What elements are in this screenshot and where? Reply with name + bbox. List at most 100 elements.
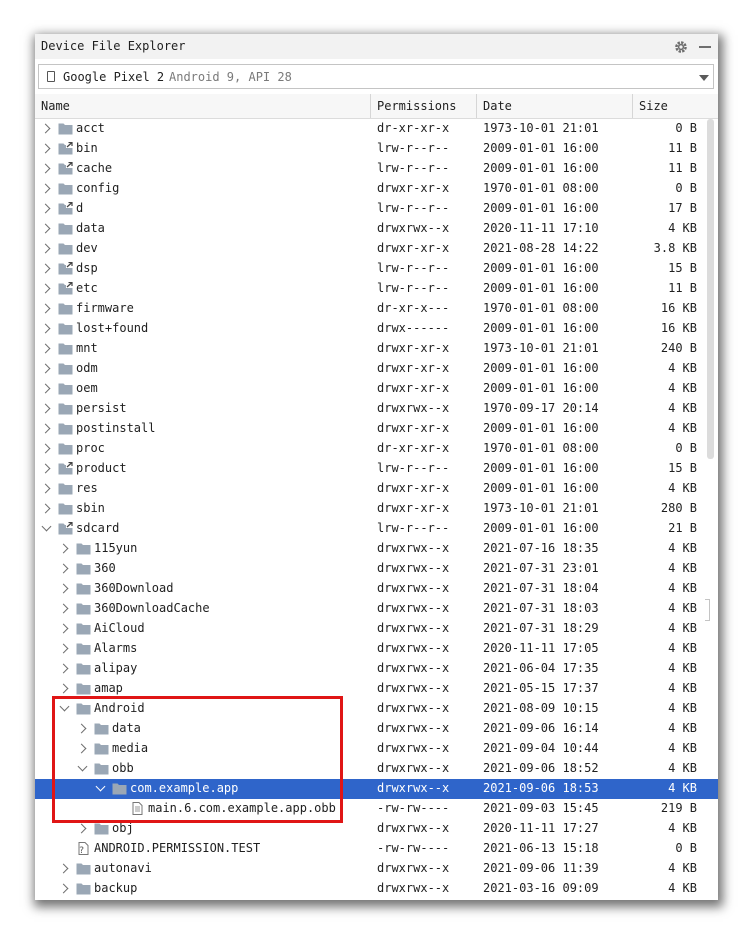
file-date: 2021-03-16 09:09: [483, 881, 599, 895]
folder-icon: [58, 443, 73, 455]
file-permissions: drwxrwx--x: [377, 541, 450, 555]
device-name: Google Pixel 2: [63, 70, 165, 84]
chevron-right-icon[interactable]: [58, 663, 69, 674]
tree-row[interactable]: acct dr-xr-xr-x 1973-10-01 21:01 0 B: [35, 119, 718, 139]
column-header-date[interactable]: Date: [483, 99, 512, 113]
file-name: cache: [76, 161, 113, 175]
file-permissions: drwxr-xr-x: [377, 181, 450, 195]
chevron-right-icon[interactable]: [40, 383, 51, 394]
chevron-right-icon[interactable]: [58, 583, 69, 594]
tree-row[interactable]: odm drwxr-xr-x 2009-01-01 16:00 4 KB: [35, 359, 718, 379]
tree-row[interactable]: d lrw-r--r-- 2009-01-01 16:00 17 B: [35, 199, 718, 219]
chevron-right-icon[interactable]: [40, 403, 51, 414]
highlight-box: [52, 696, 343, 823]
tree-row[interactable]: data drwxrwx--x 2020-11-11 17:10 4 KB: [35, 219, 718, 239]
column-header-permissions[interactable]: Permissions: [377, 99, 456, 113]
tree-row[interactable]: sdcard lrw-r--r-- 2009-01-01 16:00 21 B: [35, 519, 718, 539]
file-size: 4 KB: [668, 781, 697, 795]
chevron-right-icon[interactable]: [40, 243, 51, 254]
chevron-right-icon[interactable]: [40, 143, 51, 154]
tree-row[interactable]: res drwxr-xr-x 2009-01-01 16:00 4 KB: [35, 479, 718, 499]
tree-row[interactable]: 360DownloadCache drwxrwx--x 2021-07-31 18:…: [35, 599, 718, 619]
column-divider[interactable]: [476, 94, 477, 118]
chevron-right-icon[interactable]: [40, 263, 51, 274]
chevron-right-icon[interactable]: [40, 303, 51, 314]
chevron-down-icon[interactable]: [41, 521, 52, 532]
tree-row[interactable]: 360Download drwxrwx--x 2021-07-31 18:04 4 K…: [35, 579, 718, 599]
tree-row[interactable]: Alarms drwxrwx--x 2020-11-11 17:05 4 KB: [35, 639, 718, 659]
file-size: 4 KB: [668, 361, 697, 375]
tree-row[interactable]: config drwxr-xr-x 1970-01-01 08:00 0 B: [35, 179, 718, 199]
chevron-right-icon[interactable]: [40, 203, 51, 214]
file-date: 2021-09-06 18:52: [483, 761, 599, 775]
gear-icon[interactable]: [674, 40, 688, 54]
folder-link-icon: [58, 462, 73, 475]
chevron-right-icon[interactable]: [40, 163, 51, 174]
chevron-right-icon[interactable]: [58, 863, 69, 874]
file-size: 16 KB: [660, 321, 697, 335]
tree-row[interactable]: oem drwxr-xr-x 2009-01-01 16:00 4 KB: [35, 379, 718, 399]
folder-icon: [76, 583, 91, 595]
tree-row[interactable]: persist drwxrwx--x 1970-09-17 20:14 4 KB: [35, 399, 718, 419]
minimize-icon[interactable]: [699, 46, 711, 48]
file-date: 2021-06-13 15:18: [483, 841, 599, 855]
column-divider[interactable]: [370, 94, 371, 118]
tree-row[interactable]: product lrw-r--r-- 2009-01-01 16:00 15 B: [35, 459, 718, 479]
file-date: 1970-09-17 20:14: [483, 401, 599, 415]
file-date: 2021-09-04 10:44: [483, 741, 599, 755]
file-name: obj: [112, 821, 134, 835]
file-date: 2009-01-01 16:00: [483, 481, 599, 495]
chevron-right-icon[interactable]: [58, 643, 69, 654]
tree-row[interactable]: etc lrw-r--r-- 2009-01-01 16:00 11 B: [35, 279, 718, 299]
chevron-right-icon[interactable]: [40, 463, 51, 474]
chevron-right-icon[interactable]: [58, 623, 69, 634]
chevron-right-icon[interactable]: [40, 483, 51, 494]
file-permissions: drwxrwx--x: [377, 721, 450, 735]
tree-row[interactable]: proc dr-xr-xr-x 1970-01-01 08:00 0 B: [35, 439, 718, 459]
file-permissions: drwxrwx--x: [377, 761, 450, 775]
tree-row[interactable]: postinstall drwxr-xr-x 2009-01-01 16:00 4 K…: [35, 419, 718, 439]
tree-row[interactable]: dsp lrw-r--r-- 2009-01-01 16:00 15 B: [35, 259, 718, 279]
device-dropdown[interactable]: Google Pixel 2 Android 9, API 28: [38, 64, 714, 89]
file-permissions: drwxrwx--x: [377, 741, 450, 755]
chevron-right-icon[interactable]: [40, 223, 51, 234]
tree-row[interactable]: AiCloud drwxrwx--x 2021-07-31 18:29 4 KB: [35, 619, 718, 639]
chevron-right-icon[interactable]: [40, 363, 51, 374]
tree-row[interactable]: lost+found drwx------ 2009-01-01 16:00 16 K…: [35, 319, 718, 339]
tree-row[interactable]: sbin drwxr-xr-x 1973-10-01 21:01 280 B: [35, 499, 718, 519]
tree-row[interactable]: backup drwxrwx--x 2021-03-16 09:09 4 KB: [35, 879, 718, 899]
tree-row[interactable]: dev drwxr-xr-x 2021-08-28 14:22 3.8 KB: [35, 239, 718, 259]
chevron-right-icon[interactable]: [58, 683, 69, 694]
tree-row[interactable]: cache lrw-r--r-- 2009-01-01 16:00 11 B: [35, 159, 718, 179]
device-details: Android 9, API 28: [169, 70, 292, 84]
file-permissions: drwxrwx--x: [377, 621, 450, 635]
tree-row[interactable]: ? ANDROID.PERMISSION.TEST -rw-rw---- 2021-0…: [35, 839, 718, 859]
column-header-size[interactable]: Size: [639, 99, 668, 113]
tree-row[interactable]: 360 drwxrwx--x 2021-07-31 23:01 4 KB: [35, 559, 718, 579]
file-permissions: drwxr-xr-x: [377, 421, 450, 435]
column-header-name[interactable]: Name: [41, 99, 70, 113]
chevron-right-icon[interactable]: [40, 343, 51, 354]
vertical-scrollbar[interactable]: [707, 119, 714, 459]
file-permissions: dr-xr-xr-x: [377, 121, 450, 135]
chevron-right-icon[interactable]: [40, 283, 51, 294]
chevron-right-icon[interactable]: [58, 603, 69, 614]
file-date: 1973-10-01 21:01: [483, 501, 599, 515]
chevron-right-icon[interactable]: [40, 323, 51, 334]
column-divider[interactable]: [632, 94, 633, 118]
chevron-right-icon[interactable]: [76, 823, 87, 834]
chevron-right-icon[interactable]: [40, 443, 51, 454]
chevron-right-icon[interactable]: [58, 543, 69, 554]
chevron-right-icon[interactable]: [58, 563, 69, 574]
chevron-right-icon[interactable]: [40, 503, 51, 514]
chevron-right-icon[interactable]: [40, 183, 51, 194]
chevron-right-icon[interactable]: [40, 123, 51, 134]
tree-row[interactable]: 115yun drwxrwx--x 2021-07-16 18:35 4 KB: [35, 539, 718, 559]
chevron-right-icon[interactable]: [40, 423, 51, 434]
tree-row[interactable]: firmware dr-xr-x--- 1970-01-01 08:00 16 KB: [35, 299, 718, 319]
tree-row[interactable]: mnt drwxr-xr-x 1973-10-01 21:01 240 B: [35, 339, 718, 359]
chevron-right-icon[interactable]: [58, 883, 69, 894]
tree-row[interactable]: bin lrw-r--r-- 2009-01-01 16:00 11 B: [35, 139, 718, 159]
tree-row[interactable]: alipay drwxrwx--x 2021-06-04 17:35 4 KB: [35, 659, 718, 679]
tree-row[interactable]: autonavi drwxrwx--x 2021-09-06 11:39 4 KB: [35, 859, 718, 879]
